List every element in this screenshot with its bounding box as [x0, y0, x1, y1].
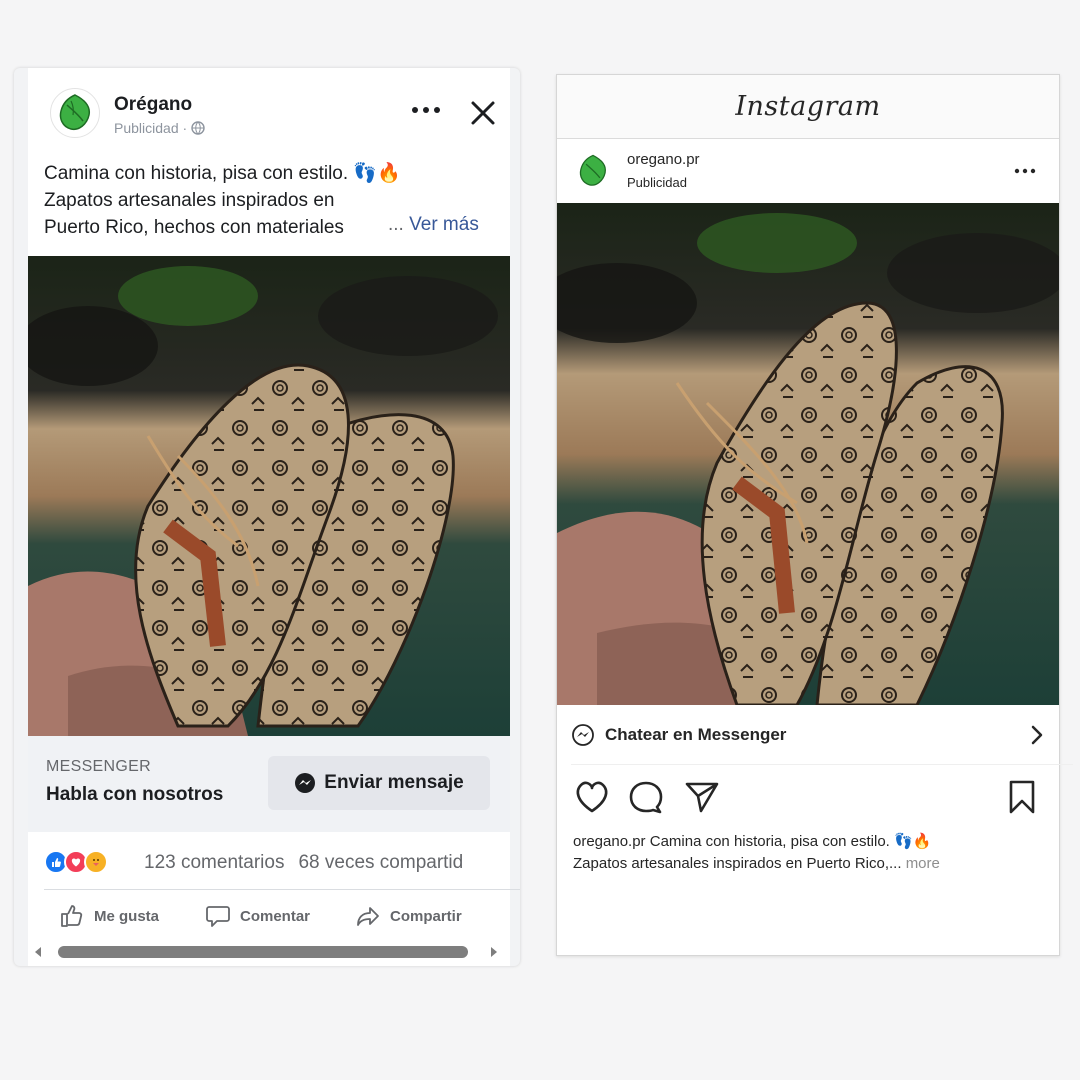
share-button[interactable]: Compartir — [354, 902, 462, 930]
see-more-label: Ver más — [409, 214, 479, 235]
chat-messenger-cta[interactable]: Chatear en Messenger — [571, 705, 1073, 765]
scroll-left-icon[interactable] — [32, 944, 44, 960]
comments-count[interactable]: 123 comentarios — [144, 852, 284, 873]
reaction-icons[interactable] — [44, 850, 108, 874]
post-caption: oregano.pr Camina con historia, pisa con… — [573, 831, 1049, 875]
cta-label-group: Chatear en Messenger — [571, 723, 786, 747]
messenger-icon — [295, 773, 316, 793]
caption-text-2: Zapatos artesanales inspirados en Puerto… — [573, 855, 902, 872]
ellipsis-text: ... — [388, 214, 404, 235]
shares-count[interactable]: 68 veces compartid — [298, 852, 463, 873]
cta-label: Chatear en Messenger — [605, 725, 787, 744]
heart-icon[interactable] — [573, 779, 611, 820]
care-reaction-icon — [84, 850, 108, 874]
sponsored-label: Publicidad · — [114, 120, 205, 136]
instagram-ad-preview: Instagram oregano.pr Publicidad Chatear … — [556, 74, 1073, 956]
post-action-bar: Me gusta Comentar Compartir — [28, 894, 510, 934]
messenger-icon — [572, 724, 594, 746]
caption-text-1: Camina con historia, pisa con estilo. 👣🔥 — [649, 833, 932, 850]
page-name[interactable]: Orégano — [114, 94, 192, 116]
oregano-logo-icon — [579, 154, 606, 186]
scrollbar-thumb[interactable] — [58, 946, 468, 958]
like-label: Me gusta — [94, 907, 160, 925]
comment-label: Comentar — [240, 907, 311, 925]
send-message-label: Enviar mensaje — [324, 772, 464, 793]
facebook-post-header: Orégano Publicidad · Camina con historia… — [28, 68, 510, 238]
engagement-counts: 123 comentarios 68 veces compartid — [144, 852, 477, 874]
like-button[interactable]: Me gusta — [58, 902, 159, 930]
send-message-button[interactable]: Enviar mensaje — [268, 756, 490, 810]
oregano-logo-icon — [55, 93, 95, 133]
sponsored-text: Publicidad · — [114, 120, 188, 136]
caption-more-link[interactable]: more — [906, 855, 940, 872]
share-icon — [357, 907, 379, 926]
messenger-cta-bar: MESSENGER Habla con nosotros Enviar mens… — [28, 736, 510, 832]
post-image-espadrilles[interactable] — [28, 256, 510, 736]
caption-username[interactable]: oregano.pr — [573, 833, 646, 850]
post-text-line: Zapatos artesanales inspirados en — [44, 190, 335, 211]
more-options-icon[interactable] — [408, 98, 444, 122]
thumbs-up-icon — [61, 905, 83, 927]
sponsored-label: Publicidad — [627, 175, 687, 190]
account-avatar[interactable] — [573, 151, 613, 191]
chevron-right-icon — [1027, 723, 1047, 752]
shoes-photo-illustration — [557, 203, 1059, 705]
shoes-photo-illustration — [28, 256, 510, 736]
close-icon[interactable] — [468, 98, 498, 128]
share-label: Compartir — [390, 907, 462, 925]
globe-icon — [191, 121, 205, 135]
account-username[interactable]: oregano.pr — [627, 151, 700, 168]
caption-line-1: oregano.pr Camina con historia, pisa con… — [573, 831, 1049, 853]
instagram-logo: Instagram — [735, 91, 881, 122]
scroll-right-icon[interactable] — [488, 944, 500, 960]
instagram-action-bar — [557, 775, 1059, 823]
comment-button[interactable]: Comentar — [204, 902, 310, 930]
post-text-line: Camina con historia, pisa con estilo. 👣🔥 — [44, 163, 401, 184]
facebook-post: Orégano Publicidad · Camina con historia… — [28, 68, 520, 966]
facebook-ad-preview: Orégano Publicidad · Camina con historia… — [14, 68, 520, 966]
horizontal-scrollbar[interactable] — [28, 944, 510, 960]
more-options-icon[interactable] — [1009, 161, 1041, 181]
send-icon[interactable] — [683, 779, 721, 820]
instagram-post-header: oregano.pr Publicidad — [557, 139, 1059, 203]
comment-icon — [206, 906, 230, 927]
caption-line-2: Zapatos artesanales inspirados en Puerto… — [573, 853, 1049, 875]
engagement-stats: 123 comentarios 68 veces compartid — [44, 832, 520, 890]
comment-icon[interactable] — [627, 779, 665, 820]
page-avatar[interactable] — [50, 88, 100, 138]
bookmark-icon[interactable] — [1005, 779, 1039, 820]
cta-title: Habla con nosotros — [46, 784, 224, 805]
cta-kicker: MESSENGER — [46, 758, 151, 775]
instagram-top-bar: Instagram — [557, 75, 1059, 139]
post-image-espadrilles[interactable] — [557, 203, 1059, 705]
see-more-link[interactable]: ... Ver más — [388, 214, 479, 236]
